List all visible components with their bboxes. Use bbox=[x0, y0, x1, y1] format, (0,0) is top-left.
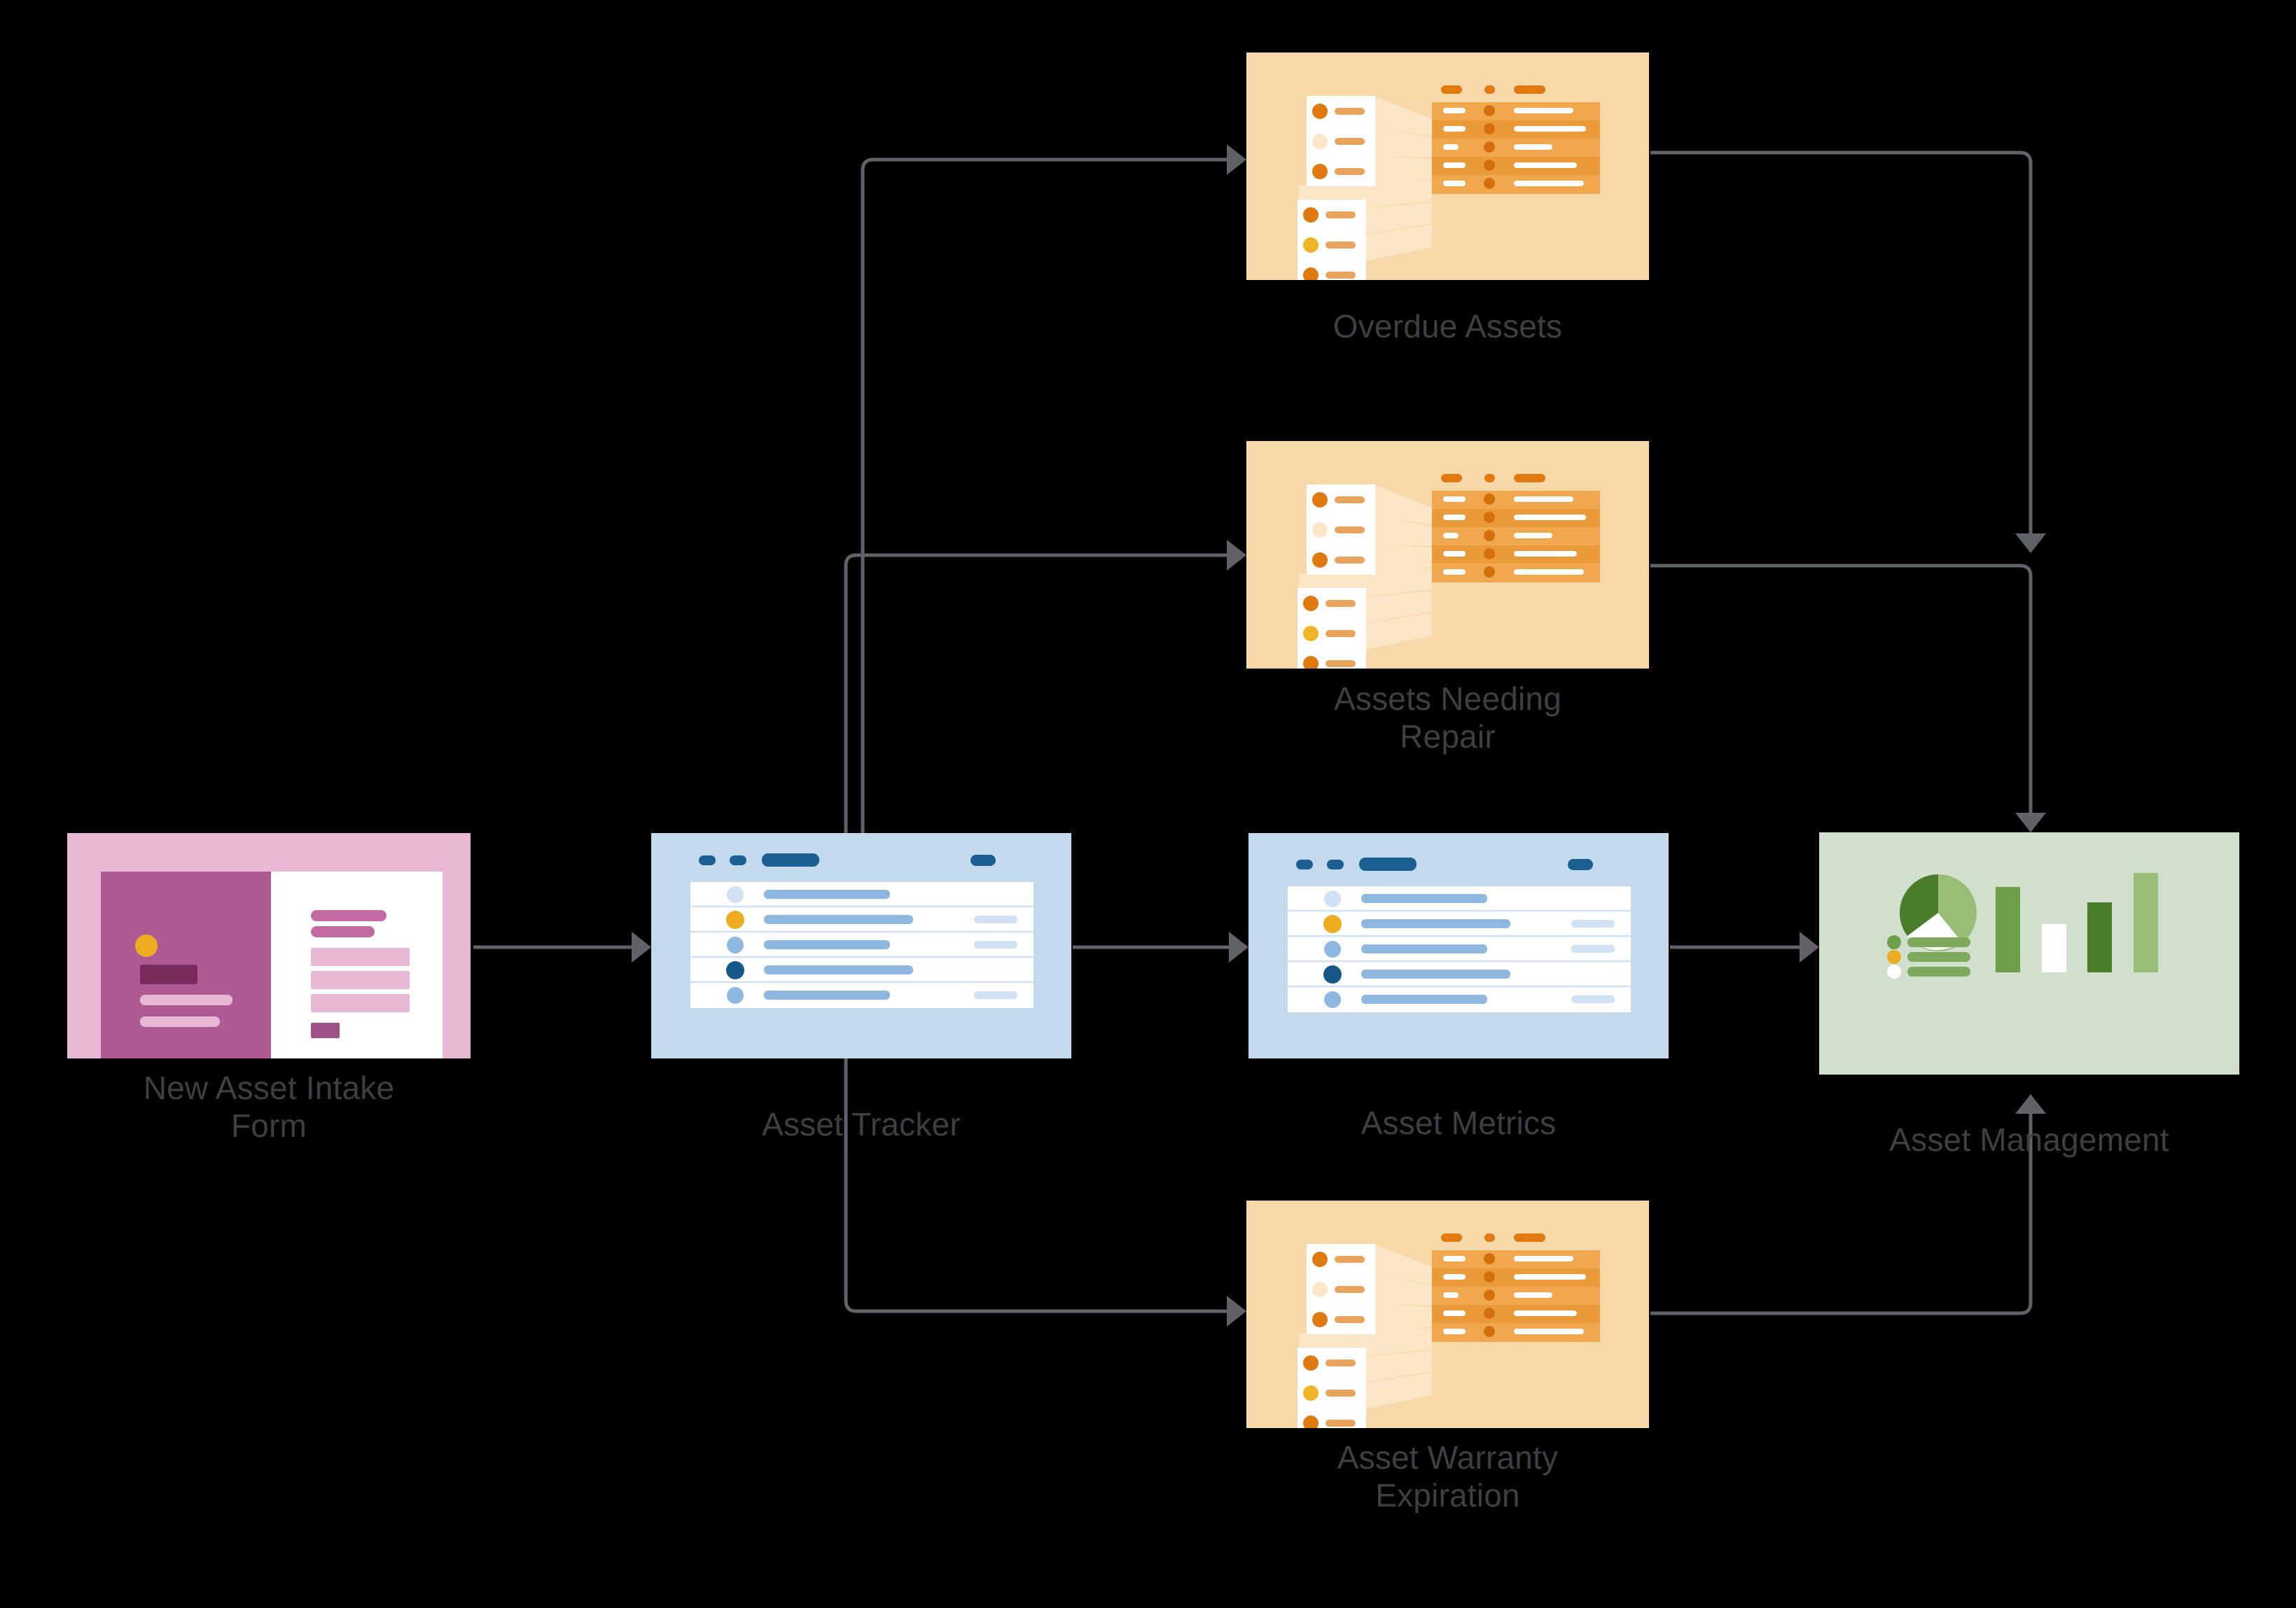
edge-tracker-to-repair bbox=[844, 540, 1246, 833]
table-list-icon bbox=[1288, 858, 1631, 1012]
edge-tracker-to-warranty bbox=[844, 1058, 1246, 1327]
report-rows-icon bbox=[1297, 85, 1600, 280]
node-overdue-assets[interactable] bbox=[1246, 53, 1649, 280]
node-label-assets-needing-repair: Assets Needing Repair bbox=[1334, 680, 1561, 755]
node-label-asset-management: Asset Management bbox=[1889, 1121, 2169, 1158]
node-asset-tracker[interactable] bbox=[651, 833, 1071, 1058]
edge-repair-to-management bbox=[1650, 564, 2046, 832]
edge-tracker-to-overdue bbox=[861, 144, 1246, 833]
node-asset-management[interactable] bbox=[1819, 832, 2239, 1075]
edge-tracker-to-metrics bbox=[1073, 932, 1248, 963]
diagram-canvas: New Asset Intake Form Asset Tracker Asse… bbox=[0, 0, 2296, 1608]
node-assets-needing-repair[interactable] bbox=[1246, 441, 1649, 669]
node-label-overdue-assets: Overdue Assets bbox=[1333, 308, 1563, 344]
dashboard-chart-icon bbox=[1887, 873, 2158, 979]
table-list-icon bbox=[690, 853, 1034, 1008]
edge-intake-to-tracker bbox=[473, 932, 651, 963]
edge-overdue-to-management bbox=[1650, 151, 2046, 553]
node-asset-metrics[interactable] bbox=[1248, 833, 1669, 1058]
node-label-asset-metrics: Asset Metrics bbox=[1361, 1105, 1557, 1141]
node-asset-warranty-expiration[interactable] bbox=[1246, 1201, 1649, 1428]
edge-metrics-to-management bbox=[1670, 932, 1819, 963]
edge-layer bbox=[473, 144, 2046, 1327]
node-new-asset-intake-form[interactable] bbox=[67, 833, 471, 1058]
node-label-asset-tracker: Asset Tracker bbox=[762, 1106, 961, 1142]
node-label-asset-warranty-expiration: Asset Warranty Expiration bbox=[1337, 1439, 1559, 1513]
form-icon bbox=[101, 872, 443, 1058]
node-label-new-asset-intake-form: New Asset Intake Form bbox=[143, 1070, 395, 1144]
report-rows-icon bbox=[1297, 474, 1600, 669]
report-rows-icon bbox=[1297, 1233, 1600, 1428]
